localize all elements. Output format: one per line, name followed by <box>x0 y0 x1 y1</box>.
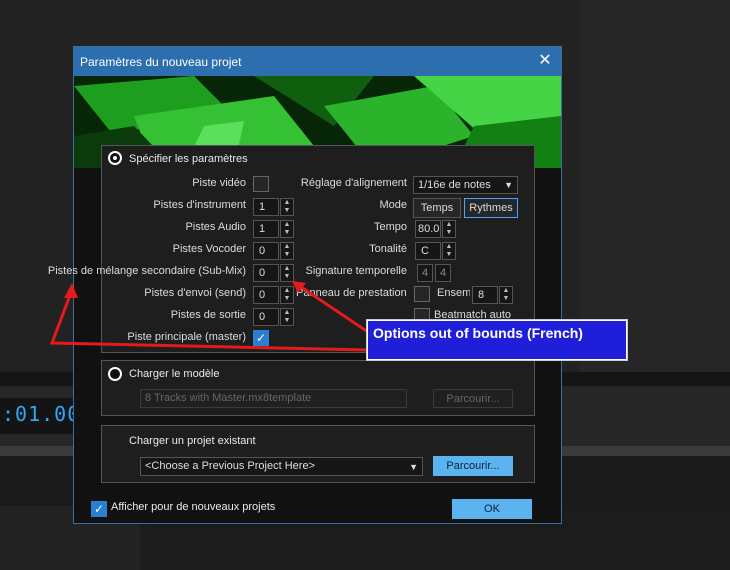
annotation-arrow-right <box>297 283 369 334</box>
annotation-callout: Options out of bounds (French) <box>367 320 627 360</box>
arrowhead-icon <box>292 281 306 293</box>
annotation-text: Options out of bounds (French) <box>373 325 583 341</box>
annotation-arrows <box>49 281 369 352</box>
arrowhead-icon <box>64 283 78 298</box>
